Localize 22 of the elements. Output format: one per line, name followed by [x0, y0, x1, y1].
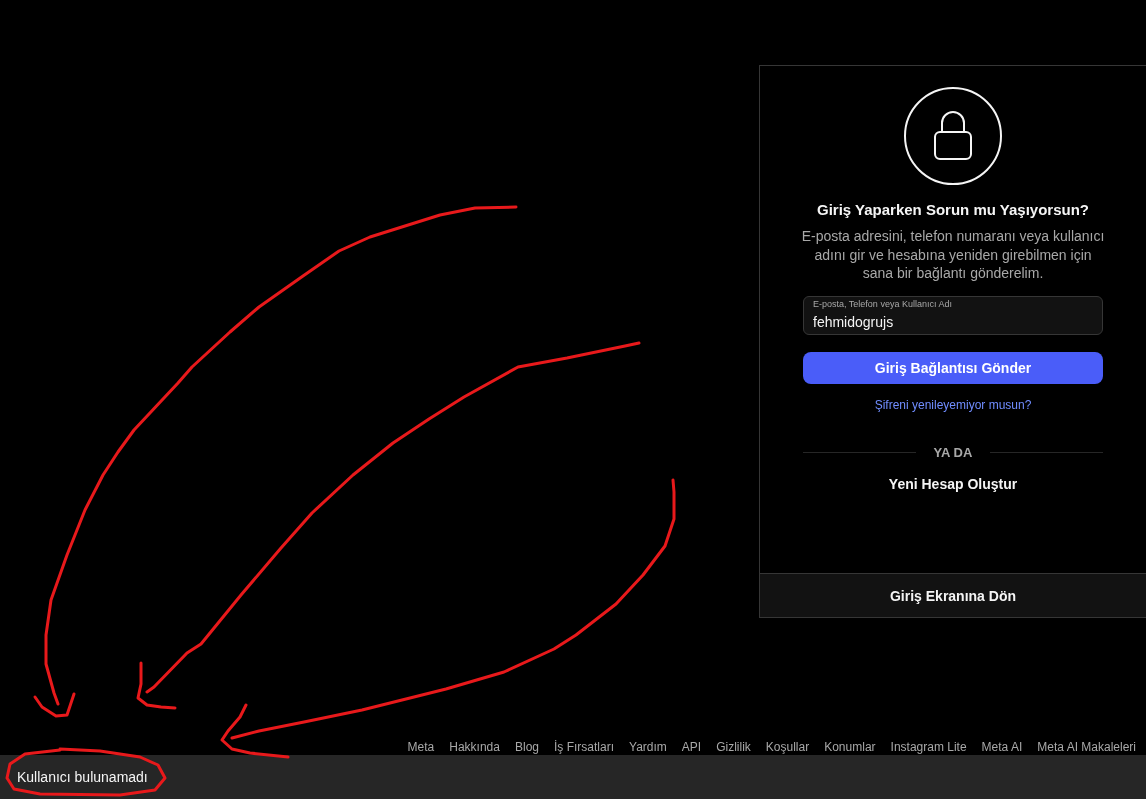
- footer-link[interactable]: Gizlilik: [716, 740, 751, 754]
- field-label: E-posta, Telefon veya Kullanıcı Adı: [813, 298, 952, 310]
- lock-icon: [904, 87, 1002, 185]
- card-description: E-posta adresini, telefon numaranı veya kullanıcı adını gir ve hesabına yeniden girebilmen için sana bir bağlantı gönderelim.: [800, 227, 1106, 283]
- help-link[interactable]: Şifreni yenileyemiyor musun?: [874, 397, 1032, 413]
- footer-link[interactable]: Meta AI Makaleleri: [1037, 740, 1136, 754]
- toast-message: Kullanıcı bulunamadı: [17, 768, 148, 786]
- divider-text: YA DA: [933, 444, 973, 461]
- footer-link[interactable]: Yardım: [629, 740, 667, 754]
- footer-link[interactable]: Instagram Lite: [890, 740, 967, 754]
- footer-link[interactable]: Meta: [407, 740, 435, 754]
- footer-link[interactable]: API: [681, 740, 702, 754]
- card-title: Giriş Yaparken Sorun mu Yaşıyorsun?: [816, 201, 1090, 219]
- footer-link[interactable]: Konumlar: [824, 740, 876, 754]
- footer-link[interactable]: Meta AI: [981, 740, 1023, 754]
- footer-link[interactable]: İş Fırsatları: [554, 740, 614, 754]
- footer-link[interactable]: Koşullar: [765, 740, 810, 754]
- back-to-login-button[interactable]: Giriş Ekranına Dön: [760, 573, 1146, 617]
- send-link-button[interactable]: Giriş Bağlantısı Gönder: [803, 351, 1103, 384]
- footer-link[interactable]: Hakkında: [449, 740, 500, 754]
- footer-link[interactable]: Blog: [514, 740, 539, 754]
- create-account-link[interactable]: Yeni Hesap Oluştur: [888, 475, 1018, 493]
